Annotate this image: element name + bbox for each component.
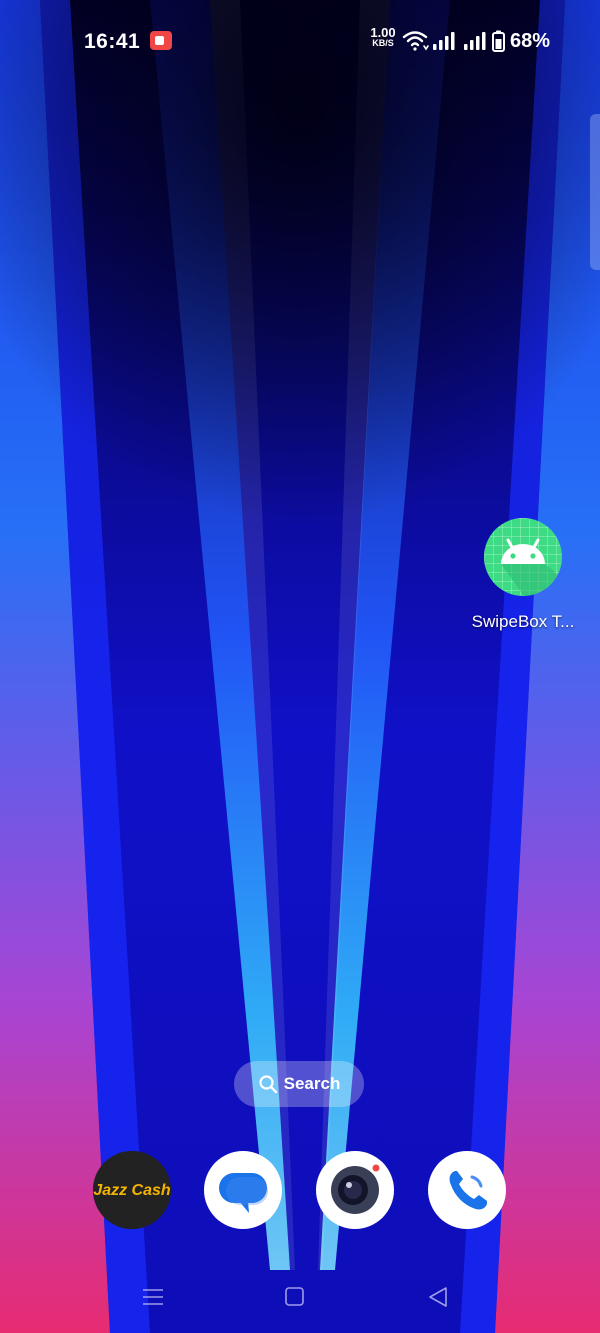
edge-panel-handle[interactable] xyxy=(590,114,600,270)
signal-icon-sim1 xyxy=(433,32,455,50)
camera-icon xyxy=(331,1164,380,1214)
clock: 16:41 xyxy=(84,30,141,53)
search-icon xyxy=(259,1075,277,1094)
back-button[interactable] xyxy=(424,1283,454,1311)
system-icons xyxy=(402,29,507,53)
android-icon xyxy=(484,518,562,596)
dock-app-messages[interactable] xyxy=(204,1151,282,1229)
svg-text:Jazz Cash: Jazz Cash xyxy=(93,1182,171,1199)
app-swipebox[interactable]: SwipeBox T... xyxy=(470,518,576,632)
back-icon xyxy=(429,1287,447,1307)
app-label: SwipeBox T... xyxy=(471,612,575,631)
search-label: Search xyxy=(283,1074,341,1093)
status-bar: 16:41 1.00 KB/S 68% xyxy=(0,0,600,80)
recents-button[interactable] xyxy=(138,1283,168,1311)
messages-icon xyxy=(219,1173,268,1213)
wallpaper xyxy=(0,0,600,1333)
phone-icon xyxy=(449,1171,487,1210)
recents-icon xyxy=(143,1289,163,1305)
search-button[interactable]: Search xyxy=(234,1061,364,1107)
jazzcash-icon: Jazz Cash xyxy=(93,1151,171,1229)
dock-app-phone[interactable] xyxy=(428,1151,506,1229)
network-speed: 1.00 KB/S xyxy=(367,25,399,48)
home-icon xyxy=(285,1287,304,1306)
battery-icon xyxy=(492,30,505,52)
dock-app-camera[interactable] xyxy=(316,1151,394,1229)
wifi-icon xyxy=(402,31,429,51)
signal-icon-sim2 xyxy=(464,32,486,50)
battery-percent: 68% xyxy=(510,30,551,52)
screen-record-icon xyxy=(150,31,172,50)
dock-app-jazzcash[interactable]: Jazz Cash xyxy=(93,1151,171,1229)
network-speed-value: 1.00 xyxy=(370,25,396,40)
home-button[interactable] xyxy=(280,1283,310,1311)
